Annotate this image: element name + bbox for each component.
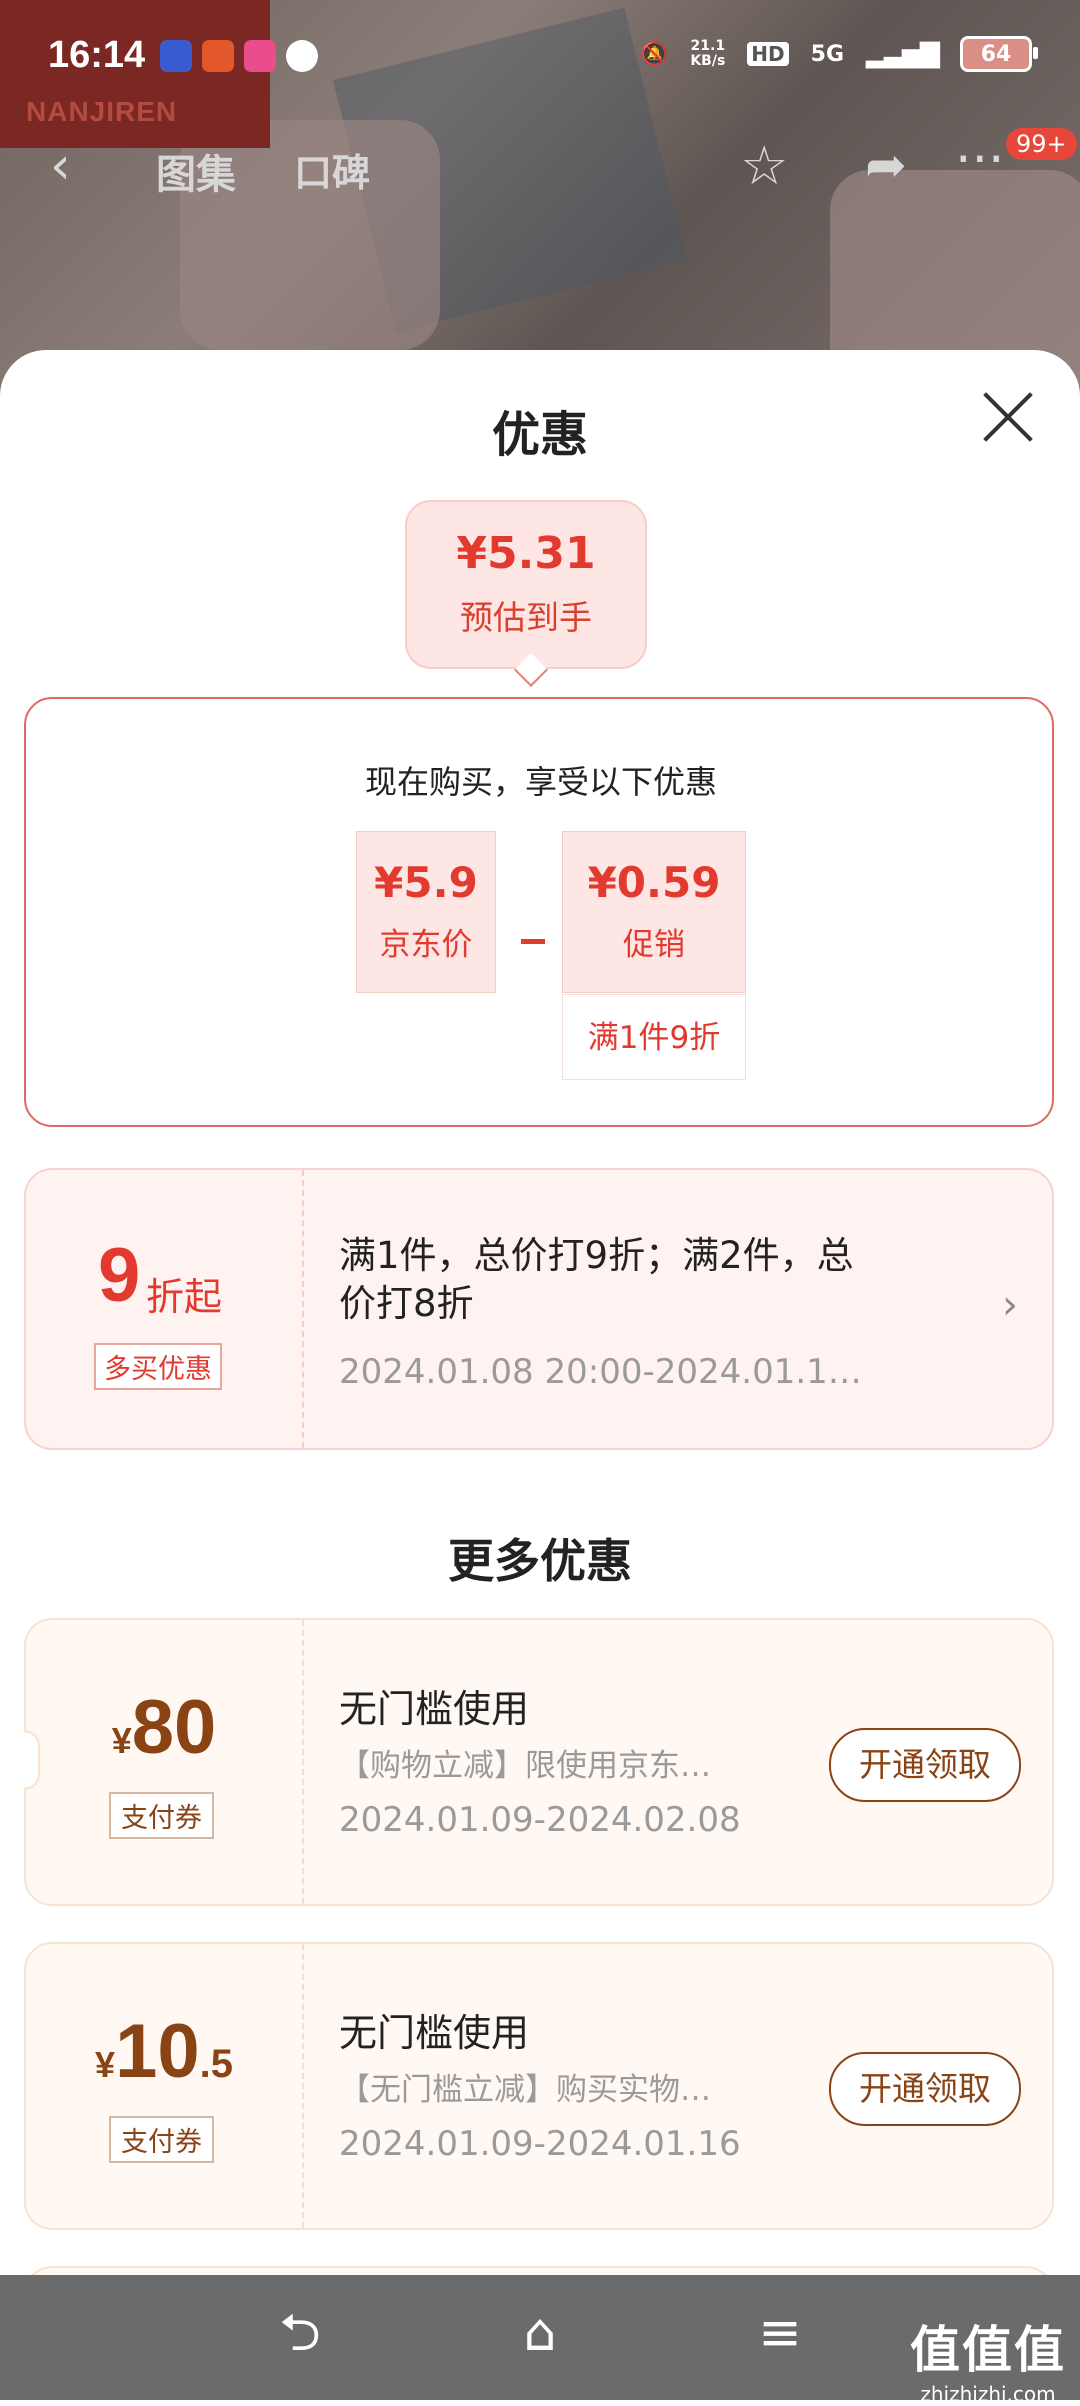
multi-buy-description: 满1件，总价打9折；满2件，总价打8折	[339, 1234, 854, 1325]
coupon-notch	[24, 1730, 40, 1790]
price-breakdown-card: 现在购买，享受以下优惠 ¥5.9 京东价 ¥0.59 促销 满1件9折	[24, 697, 1054, 1127]
watermark-url: zhizhizhi.com	[920, 2382, 1056, 2406]
jd-price-label: 京东价	[379, 927, 473, 963]
multi-buy-left: 9 折起 多买优惠	[26, 1170, 304, 1448]
close-icon[interactable]	[978, 388, 1036, 446]
estimated-price-bubble: ¥5.31 预估到手	[405, 500, 647, 687]
tab-gallery[interactable]: 图集	[156, 142, 236, 200]
coupon-date: 2024.01.09-2024.01.16	[339, 2124, 741, 2164]
back-nav-icon[interactable]: ⮌	[270, 2303, 330, 2363]
promo-label: 促销	[623, 927, 685, 963]
status-bar: 16:14 🔕 21.1 KB/s HD 5G ▂▃▅▇ 64	[0, 0, 1080, 110]
bubble-tail	[514, 653, 548, 687]
coupon-left: ¥80 支付券	[26, 1620, 304, 1904]
play-notification-icon	[286, 40, 318, 72]
back-arrow-icon[interactable]: ‹	[50, 136, 71, 196]
coupon-amount-int: 10	[115, 2009, 200, 2094]
breakdown-subtitle: 现在购买，享受以下优惠	[364, 763, 717, 801]
network-indicator: 5G	[810, 41, 845, 67]
hd-indicator: HD	[747, 42, 789, 66]
coupon-description: 【无门槛立减】购买实物…	[339, 2072, 711, 2108]
net-speed: 21.1 KB/s	[690, 39, 725, 69]
coupon-left: ¥10.5 支付券	[26, 1944, 304, 2228]
coupon-type-tag: 支付券	[109, 1792, 214, 1839]
jd-price-value: ¥5.9	[374, 858, 478, 907]
claim-coupon-button[interactable]: 开通领取	[829, 2052, 1021, 2126]
battery-icon: 64	[960, 36, 1038, 72]
coupon-card: ¥10.5 支付券 无门槛使用 【无门槛立减】购买实物… 2024.01.09-…	[24, 1942, 1054, 2230]
more-discounts-title: 更多优惠	[448, 1534, 632, 1588]
net-speed-unit: KB/s	[690, 53, 726, 69]
product-header-nav: ‹ 图集 口碑 ☆ ➦ ···	[0, 130, 1080, 210]
discount-sheet: 优惠 ¥5.31 预估到手 现在购买，享受以下优惠 ¥5.9 京东价 ¥0.59…	[0, 350, 1080, 2326]
watermark: 值值值 zhizhizhi.com	[910, 2310, 1066, 2406]
more-options-icon[interactable]: ···	[955, 130, 1005, 190]
estimated-price: ¥5.31	[456, 528, 596, 579]
coupon-description: 【购物立减】限使用京东…	[339, 1748, 711, 1784]
message-count-badge: 99+	[1006, 128, 1077, 160]
coupon-title: 无门槛使用	[339, 2011, 530, 2055]
home-nav-icon[interactable]: ⌂	[510, 2303, 570, 2363]
coupon-date: 2024.01.09-2024.02.08	[339, 1800, 741, 1840]
coupon-type-tag: 支付券	[109, 2116, 214, 2163]
chevron-right-icon[interactable]: ›	[1002, 1282, 1018, 1328]
favorite-star-icon[interactable]: ☆	[740, 134, 788, 197]
mute-bell-icon: 🔕	[640, 41, 669, 67]
multi-buy-discount-suffix: 折起	[146, 1275, 223, 1319]
promo-value: ¥0.59	[587, 858, 721, 907]
multi-buy-card[interactable]: 9 折起 多买优惠 满1件，总价打9折；满2件，总价打8折 2024.01.08…	[24, 1168, 1054, 1450]
estimated-price-label: 预估到手	[460, 598, 592, 637]
share-icon[interactable]: ➦	[865, 136, 907, 194]
menu-nav-icon[interactable]: ≡	[750, 2303, 810, 2363]
tab-reviews[interactable]: 口碑	[294, 142, 370, 197]
coupon-card: ¥80 支付券 无门槛使用 【购物立减】限使用京东… 2024.01.09-20…	[24, 1618, 1054, 1906]
watermark-logo: 值值值	[910, 2321, 1066, 2379]
sheet-title: 优惠	[491, 407, 588, 463]
status-time: 16:14	[48, 34, 146, 76]
coupon-currency: ¥	[95, 2044, 116, 2085]
coupon-amount-int: 80	[131, 1685, 217, 1770]
app-notification-icon	[202, 40, 234, 72]
multi-buy-discount: 9	[98, 1233, 141, 1318]
coupon-amount: ¥80	[26, 1684, 302, 1771]
coupon-title: 无门槛使用	[339, 1687, 530, 1731]
claim-coupon-button[interactable]: 开通领取	[829, 1728, 1021, 1802]
coupon-amount: ¥10.5	[26, 2008, 302, 2095]
app-notification-icon	[160, 40, 192, 72]
app-notification-icon	[244, 40, 276, 72]
signal-icon: ▂▃▅▇	[866, 39, 940, 69]
minus-sign	[521, 939, 545, 944]
coupon-amount-dec: .5	[199, 2042, 233, 2086]
promo-rule-tag: 满1件9折	[562, 994, 746, 1080]
multi-buy-tag: 多买优惠	[94, 1343, 222, 1390]
coupon-currency: ¥	[111, 1720, 132, 1761]
net-speed-value: 21.1	[690, 38, 726, 54]
multi-buy-date: 2024.01.08 20:00-2024.01.1…	[339, 1352, 862, 1392]
promo-box: ¥0.59 促销	[562, 831, 746, 993]
jd-price-box: ¥5.9 京东价	[356, 831, 496, 993]
